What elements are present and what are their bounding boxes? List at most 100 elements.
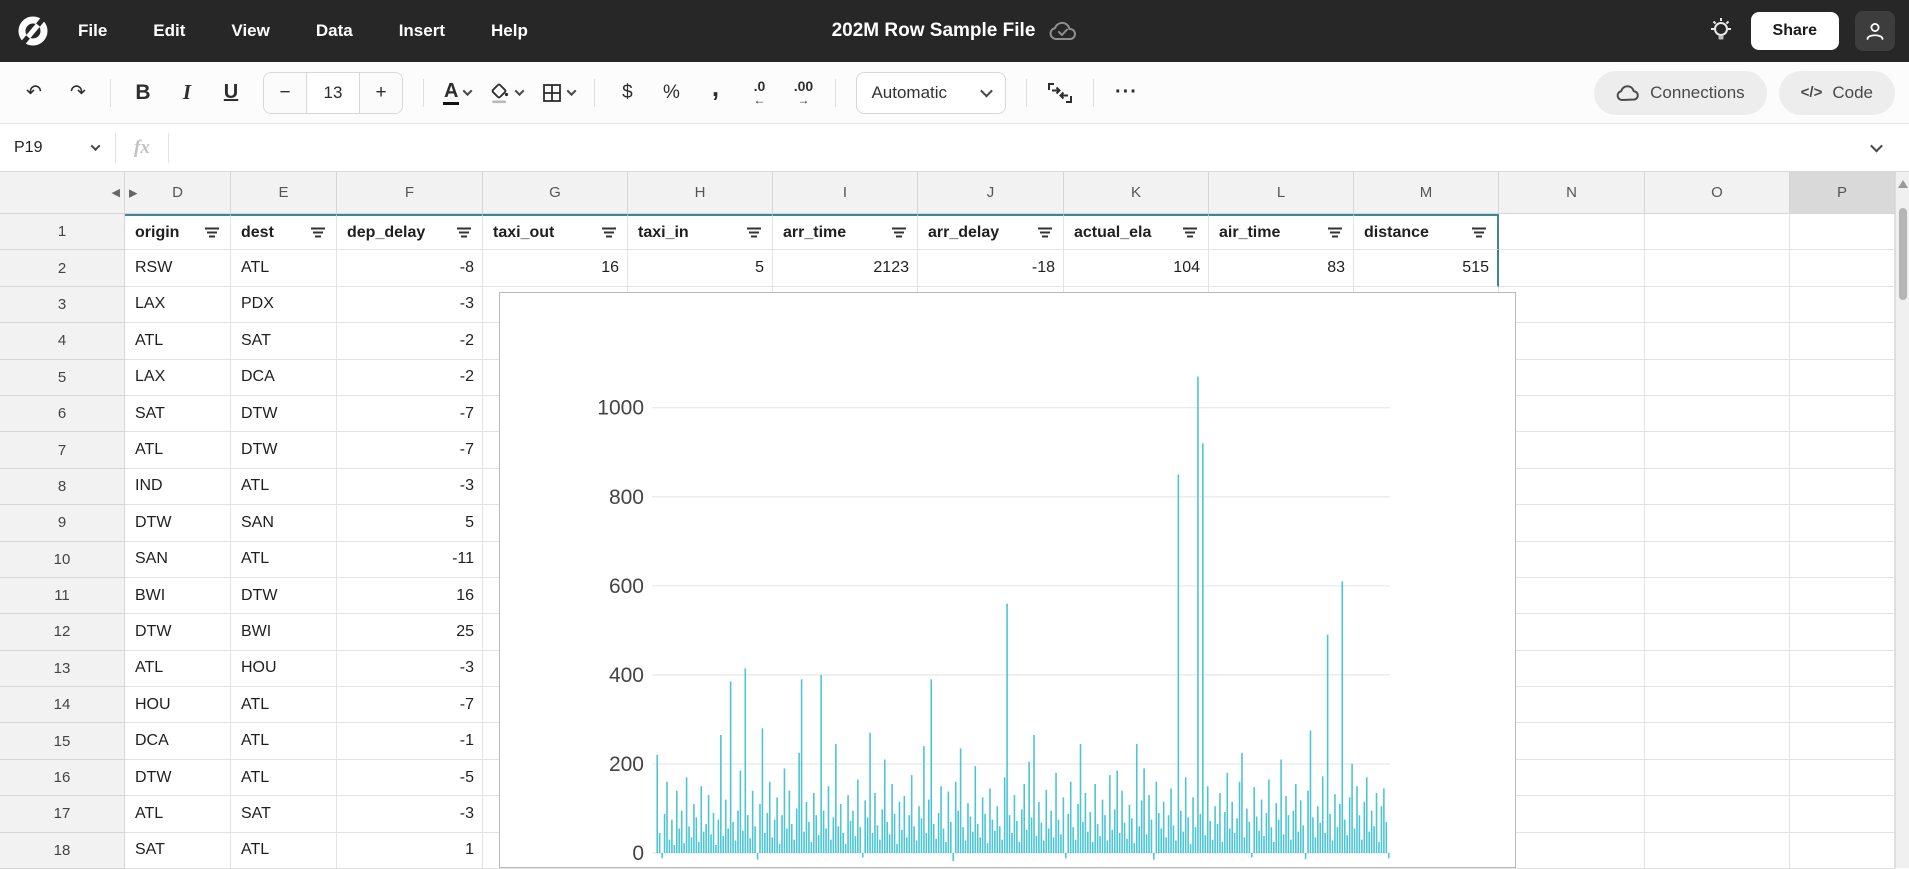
column-header-H[interactable]: H (628, 172, 773, 214)
row-header-10[interactable]: 10 (0, 542, 125, 578)
fill-color-button[interactable] (482, 73, 530, 113)
cell-F13[interactable]: -3 (337, 651, 483, 687)
cell-O16[interactable] (1645, 760, 1790, 796)
grid-corner[interactable]: ◀ (0, 172, 125, 214)
hidden-columns-right-marker[interactable]: ▶ (129, 186, 137, 199)
cell-F2[interactable]: -8 (337, 250, 483, 286)
cell-P11[interactable] (1790, 578, 1895, 614)
undo-button[interactable]: ↶ (14, 73, 54, 113)
column-filter-icon[interactable] (1182, 226, 1198, 239)
expand-formula-bar-icon[interactable] (1870, 140, 1883, 153)
scroll-up-arrow[interactable] (1898, 180, 1908, 188)
cell-F8[interactable]: -3 (337, 469, 483, 505)
cell-D15[interactable]: DCA (125, 723, 231, 759)
cell-E11[interactable]: DTW (231, 578, 337, 614)
cell-N12[interactable] (1499, 614, 1645, 650)
cell-O5[interactable] (1645, 360, 1790, 396)
cell-E18[interactable]: ATL (231, 833, 337, 869)
cell-P18[interactable] (1790, 833, 1895, 869)
cell-E6[interactable]: DTW (231, 396, 337, 432)
more-options-button[interactable]: ··· (1106, 73, 1146, 113)
cell-N4[interactable] (1499, 323, 1645, 359)
row-header-3[interactable]: 3 (0, 287, 125, 323)
row-header-11[interactable]: 11 (0, 578, 125, 614)
cell-N2[interactable] (1499, 250, 1645, 286)
increase-decimals-button[interactable]: .00 → (783, 73, 823, 113)
cell-N15[interactable] (1499, 723, 1645, 759)
cell-P12[interactable] (1790, 614, 1895, 650)
cell-D14[interactable]: HOU (125, 687, 231, 723)
cell-P15[interactable] (1790, 723, 1895, 759)
menu-edit[interactable]: Edit (153, 21, 185, 41)
cell-P7[interactable] (1790, 432, 1895, 468)
cell-O14[interactable] (1645, 687, 1790, 723)
cell-O11[interactable] (1645, 578, 1790, 614)
row-header-7[interactable]: 7 (0, 432, 125, 468)
cell-N7[interactable] (1499, 432, 1645, 468)
cell-P6[interactable] (1790, 396, 1895, 432)
cell-M2[interactable]: 515 (1354, 250, 1499, 286)
cell-D5[interactable]: LAX (125, 360, 231, 396)
cell-N6[interactable] (1499, 396, 1645, 432)
cell-F5[interactable]: -2 (337, 360, 483, 396)
cell-N17[interactable] (1499, 796, 1645, 832)
cell-F14[interactable]: -7 (337, 687, 483, 723)
cell-P16[interactable] (1790, 760, 1895, 796)
cell-D4[interactable]: ATL (125, 323, 231, 359)
cell-P3[interactable] (1790, 287, 1895, 323)
cell-O4[interactable] (1645, 323, 1790, 359)
column-header-J[interactable]: J (918, 172, 1064, 214)
column-filter-icon[interactable] (891, 226, 907, 239)
row-header-17[interactable]: 17 (0, 796, 125, 832)
table-header-arr_time[interactable]: arr_time (773, 214, 918, 250)
cell-H2[interactable]: 5 (628, 250, 773, 286)
font-size-decrease-button[interactable]: − (264, 73, 306, 113)
vertical-scrollbar[interactable] (1895, 172, 1909, 868)
cell-E4[interactable]: SAT (231, 323, 337, 359)
column-header-I[interactable]: I (773, 172, 918, 214)
column-header-G[interactable]: G (483, 172, 628, 214)
font-size-increase-button[interactable]: + (360, 73, 402, 113)
cell-O1[interactable] (1645, 214, 1790, 250)
cell-N11[interactable] (1499, 578, 1645, 614)
cell-G2[interactable]: 16 (483, 250, 628, 286)
cell-D13[interactable]: ATL (125, 651, 231, 687)
cell-F6[interactable]: -7 (337, 396, 483, 432)
account-button[interactable] (1855, 11, 1895, 51)
cell-P4[interactable] (1790, 323, 1895, 359)
share-button[interactable]: Share (1751, 12, 1839, 50)
cell-D12[interactable]: DTW (125, 614, 231, 650)
cell-O13[interactable] (1645, 651, 1790, 687)
cell-F3[interactable]: -3 (337, 287, 483, 323)
row-header-2[interactable]: 2 (0, 250, 125, 286)
column-filter-icon[interactable] (746, 226, 762, 239)
text-color-button[interactable]: A (436, 73, 478, 113)
column-filter-icon[interactable] (601, 226, 617, 239)
cell-D6[interactable]: SAT (125, 396, 231, 432)
table-header-actual_ela[interactable]: actual_ela (1064, 214, 1209, 250)
column-header-F[interactable]: F (337, 172, 483, 214)
text-overflow-button[interactable] (1039, 73, 1081, 113)
table-header-arr_delay[interactable]: arr_delay (918, 214, 1064, 250)
cell-E9[interactable]: SAN (231, 505, 337, 541)
cell-P1[interactable] (1790, 214, 1895, 250)
row-header-18[interactable]: 18 (0, 833, 125, 869)
cell-O18[interactable] (1645, 833, 1790, 869)
cell-F7[interactable]: -7 (337, 432, 483, 468)
thousands-separator-button[interactable]: , (695, 73, 735, 113)
column-filter-icon[interactable] (456, 226, 472, 239)
cell-P9[interactable] (1790, 505, 1895, 541)
column-filter-icon[interactable] (1471, 226, 1487, 239)
cell-F11[interactable]: 16 (337, 578, 483, 614)
currency-format-button[interactable]: $ (607, 73, 647, 113)
cell-E15[interactable]: ATL (231, 723, 337, 759)
column-header-D[interactable]: D▶ (125, 172, 231, 214)
cell-E17[interactable]: SAT (231, 796, 337, 832)
code-button[interactable]: </> Code (1779, 71, 1895, 115)
table-header-dep_delay[interactable]: dep_delay (337, 214, 483, 250)
row-header-1[interactable]: 1 (0, 214, 125, 250)
cell-E16[interactable]: ATL (231, 760, 337, 796)
cell-D7[interactable]: ATL (125, 432, 231, 468)
column-header-O[interactable]: O (1645, 172, 1790, 214)
cell-E2[interactable]: ATL (231, 250, 337, 286)
